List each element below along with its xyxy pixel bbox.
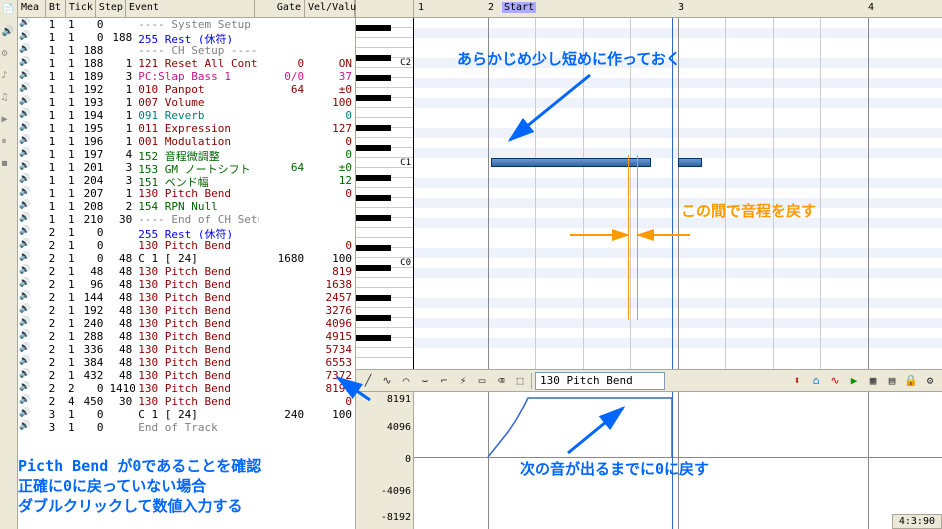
- tool-icon[interactable]: ▶: [2, 114, 16, 128]
- play-icon[interactable]: ▶: [846, 373, 862, 389]
- event-row[interactable]: 🔊2143248130 Pitch Bend7372: [18, 369, 355, 382]
- status-bar: 4:3:90: [892, 514, 942, 529]
- col-tick[interactable]: Tick: [66, 0, 96, 17]
- pitchbend-curve: [414, 392, 942, 529]
- tool-icon[interactable]: ◼: [2, 158, 16, 172]
- event-row[interactable]: 🔊112043151 ベンド幅12: [18, 174, 355, 187]
- draw-free-icon[interactable]: ∿: [379, 373, 395, 389]
- step-icon[interactable]: ⌐: [436, 373, 452, 389]
- ruler-m1: 1: [418, 2, 424, 13]
- note-c1-short[interactable]: [678, 158, 702, 167]
- event-row[interactable]: 🔊111931007 Volume100: [18, 96, 355, 109]
- event-row[interactable]: 🔊111893PC:Slap Bass 10/037: [18, 70, 355, 83]
- event-row[interactable]: 🔊21048C 1 [ 24]1680100: [18, 252, 355, 265]
- event-row[interactable]: 🔊310End of Track: [18, 421, 355, 434]
- event-row[interactable]: 🔊112013153 GM ノートシフト64±0: [18, 161, 355, 174]
- ctrl-mid2: -4096: [381, 486, 411, 497]
- lock-icon[interactable]: 🔒: [903, 373, 919, 389]
- event-row[interactable]: 🔊2201410130 Pitch Bend8191: [18, 382, 355, 395]
- event-row[interactable]: 🔊310C 1 [ 24]240100: [18, 408, 355, 421]
- tool-b-icon[interactable]: ⌂: [808, 373, 824, 389]
- event-list[interactable]: 🔊110---- System Setup -----------------🔊…: [18, 18, 355, 529]
- marquee-icon[interactable]: ⬚: [512, 373, 528, 389]
- tool-icon[interactable]: 📄: [2, 4, 16, 18]
- grid2-icon[interactable]: ▤: [884, 373, 900, 389]
- ctrl-zero: 0: [405, 454, 411, 465]
- col-gate[interactable]: Gate: [255, 0, 305, 17]
- event-row[interactable]: 🔊110188255 Rest (休符): [18, 31, 355, 44]
- event-list-panel: Mea Bt Tick Step Event Gate Vel/Value 🔊1…: [18, 0, 356, 529]
- draw-line-icon[interactable]: ╱: [360, 373, 376, 389]
- event-row[interactable]: 🔊2119248130 Pitch Bend3276: [18, 304, 355, 317]
- ctrl-lo: -8192: [381, 512, 411, 523]
- event-row[interactable]: 🔊1121030---- End of CH Setup -----------…: [18, 213, 355, 226]
- event-row[interactable]: 🔊2114448130 Pitch Bend2457: [18, 291, 355, 304]
- tool-a-icon[interactable]: ⬍: [789, 373, 805, 389]
- tool-icon[interactable]: ⚙: [2, 48, 16, 62]
- settings-icon[interactable]: ⚙: [922, 373, 938, 389]
- random-icon[interactable]: ⚡: [455, 373, 471, 389]
- event-row[interactable]: 🔊111941091 Reverb0: [18, 109, 355, 122]
- event-row[interactable]: 🔊214848130 Pitch Bend819: [18, 265, 355, 278]
- ruler-m3: 3: [678, 2, 684, 13]
- curve-icon[interactable]: ⌒: [398, 373, 414, 389]
- piano-roll-panel: 1 2 Start 3 4 C2C1C0: [356, 0, 942, 529]
- ruler[interactable]: 1 2 Start 3 4: [356, 0, 942, 18]
- ruler-start[interactable]: Start: [502, 2, 536, 13]
- event-row[interactable]: 🔊2124048130 Pitch Bend4096: [18, 317, 355, 330]
- event-row[interactable]: 🔊210255 Rest (休符): [18, 226, 355, 239]
- tool-icon[interactable]: 🔊: [2, 26, 16, 40]
- event-row[interactable]: 🔊111974152 音程微調整0: [18, 148, 355, 161]
- event-row[interactable]: 🔊111961001 Modulation0: [18, 135, 355, 148]
- col-vel[interactable]: Vel/Value: [305, 0, 355, 17]
- ruler-m2: 2: [488, 2, 494, 13]
- ctrl-hi: 8191: [387, 394, 411, 405]
- event-row[interactable]: 🔊111921010 Panpot64±0: [18, 83, 355, 96]
- event-row[interactable]: 🔊110---- System Setup -----------------: [18, 18, 355, 31]
- note-c1-long[interactable]: [491, 158, 651, 167]
- controller-select[interactable]: 130 Pitch Bend: [535, 372, 665, 390]
- event-row[interactable]: 🔊210130 Pitch Bend0: [18, 239, 355, 252]
- note-roll[interactable]: [414, 18, 942, 369]
- tool-icon[interactable]: ♫: [2, 92, 16, 106]
- curve2-icon[interactable]: ⌣: [417, 373, 433, 389]
- grid-icon[interactable]: ▦: [865, 373, 881, 389]
- col-bt[interactable]: Bt: [46, 0, 66, 17]
- left-toolbar: 📄 🔊 ⚙ ♪ ♫ ▶ ⏸ ◼: [0, 0, 18, 529]
- event-row[interactable]: 🔊111881121 Reset All Controller0ON: [18, 57, 355, 70]
- controller-graph[interactable]: [414, 392, 942, 529]
- event-row[interactable]: 🔊112071130 Pitch Bend0: [18, 187, 355, 200]
- event-row[interactable]: 🔊112082154 RPN Null: [18, 200, 355, 213]
- event-row[interactable]: 🔊2128848130 Pitch Bend4915: [18, 330, 355, 343]
- event-row[interactable]: 🔊2445030130 Pitch Bend0: [18, 395, 355, 408]
- select-icon[interactable]: ▭: [474, 373, 490, 389]
- controller-panel: ╱ ∿ ⌒ ⌣ ⌐ ⚡ ▭ ⌫ ⬚ 130 Pitch Bend ⬍ ⌂ ∿ ▶…: [356, 369, 942, 529]
- playhead[interactable]: [672, 18, 673, 369]
- event-row[interactable]: 🔊219648130 Pitch Bend1638: [18, 278, 355, 291]
- event-row[interactable]: 🔊111951011 Expression127: [18, 122, 355, 135]
- event-row[interactable]: 🔊2133648130 Pitch Bend5734: [18, 343, 355, 356]
- ctrl-mid1: 4096: [387, 422, 411, 433]
- ruler-m4: 4: [868, 2, 874, 13]
- col-event[interactable]: Event: [126, 0, 255, 17]
- col-step[interactable]: Step: [96, 0, 126, 17]
- tool-icon[interactable]: ⏸: [2, 136, 16, 150]
- event-row[interactable]: 🔊11188---- CH Setup -----------------: [18, 44, 355, 57]
- controller-yaxis: 8191 4096 0 -4096 -8192: [356, 392, 414, 529]
- tool-icon[interactable]: ♪: [2, 70, 16, 84]
- erase-icon[interactable]: ⌫: [493, 373, 509, 389]
- controller-toolbar: ╱ ∿ ⌒ ⌣ ⌐ ⚡ ▭ ⌫ ⬚ 130 Pitch Bend ⬍ ⌂ ∿ ▶…: [356, 370, 942, 392]
- piano-keyboard[interactable]: C2C1C0: [356, 18, 414, 369]
- tool-c-icon[interactable]: ∿: [827, 373, 843, 389]
- column-headers: Mea Bt Tick Step Event Gate Vel/Value: [18, 0, 355, 18]
- event-row[interactable]: 🔊2138448130 Pitch Bend6553: [18, 356, 355, 369]
- col-mea[interactable]: Mea: [18, 0, 46, 17]
